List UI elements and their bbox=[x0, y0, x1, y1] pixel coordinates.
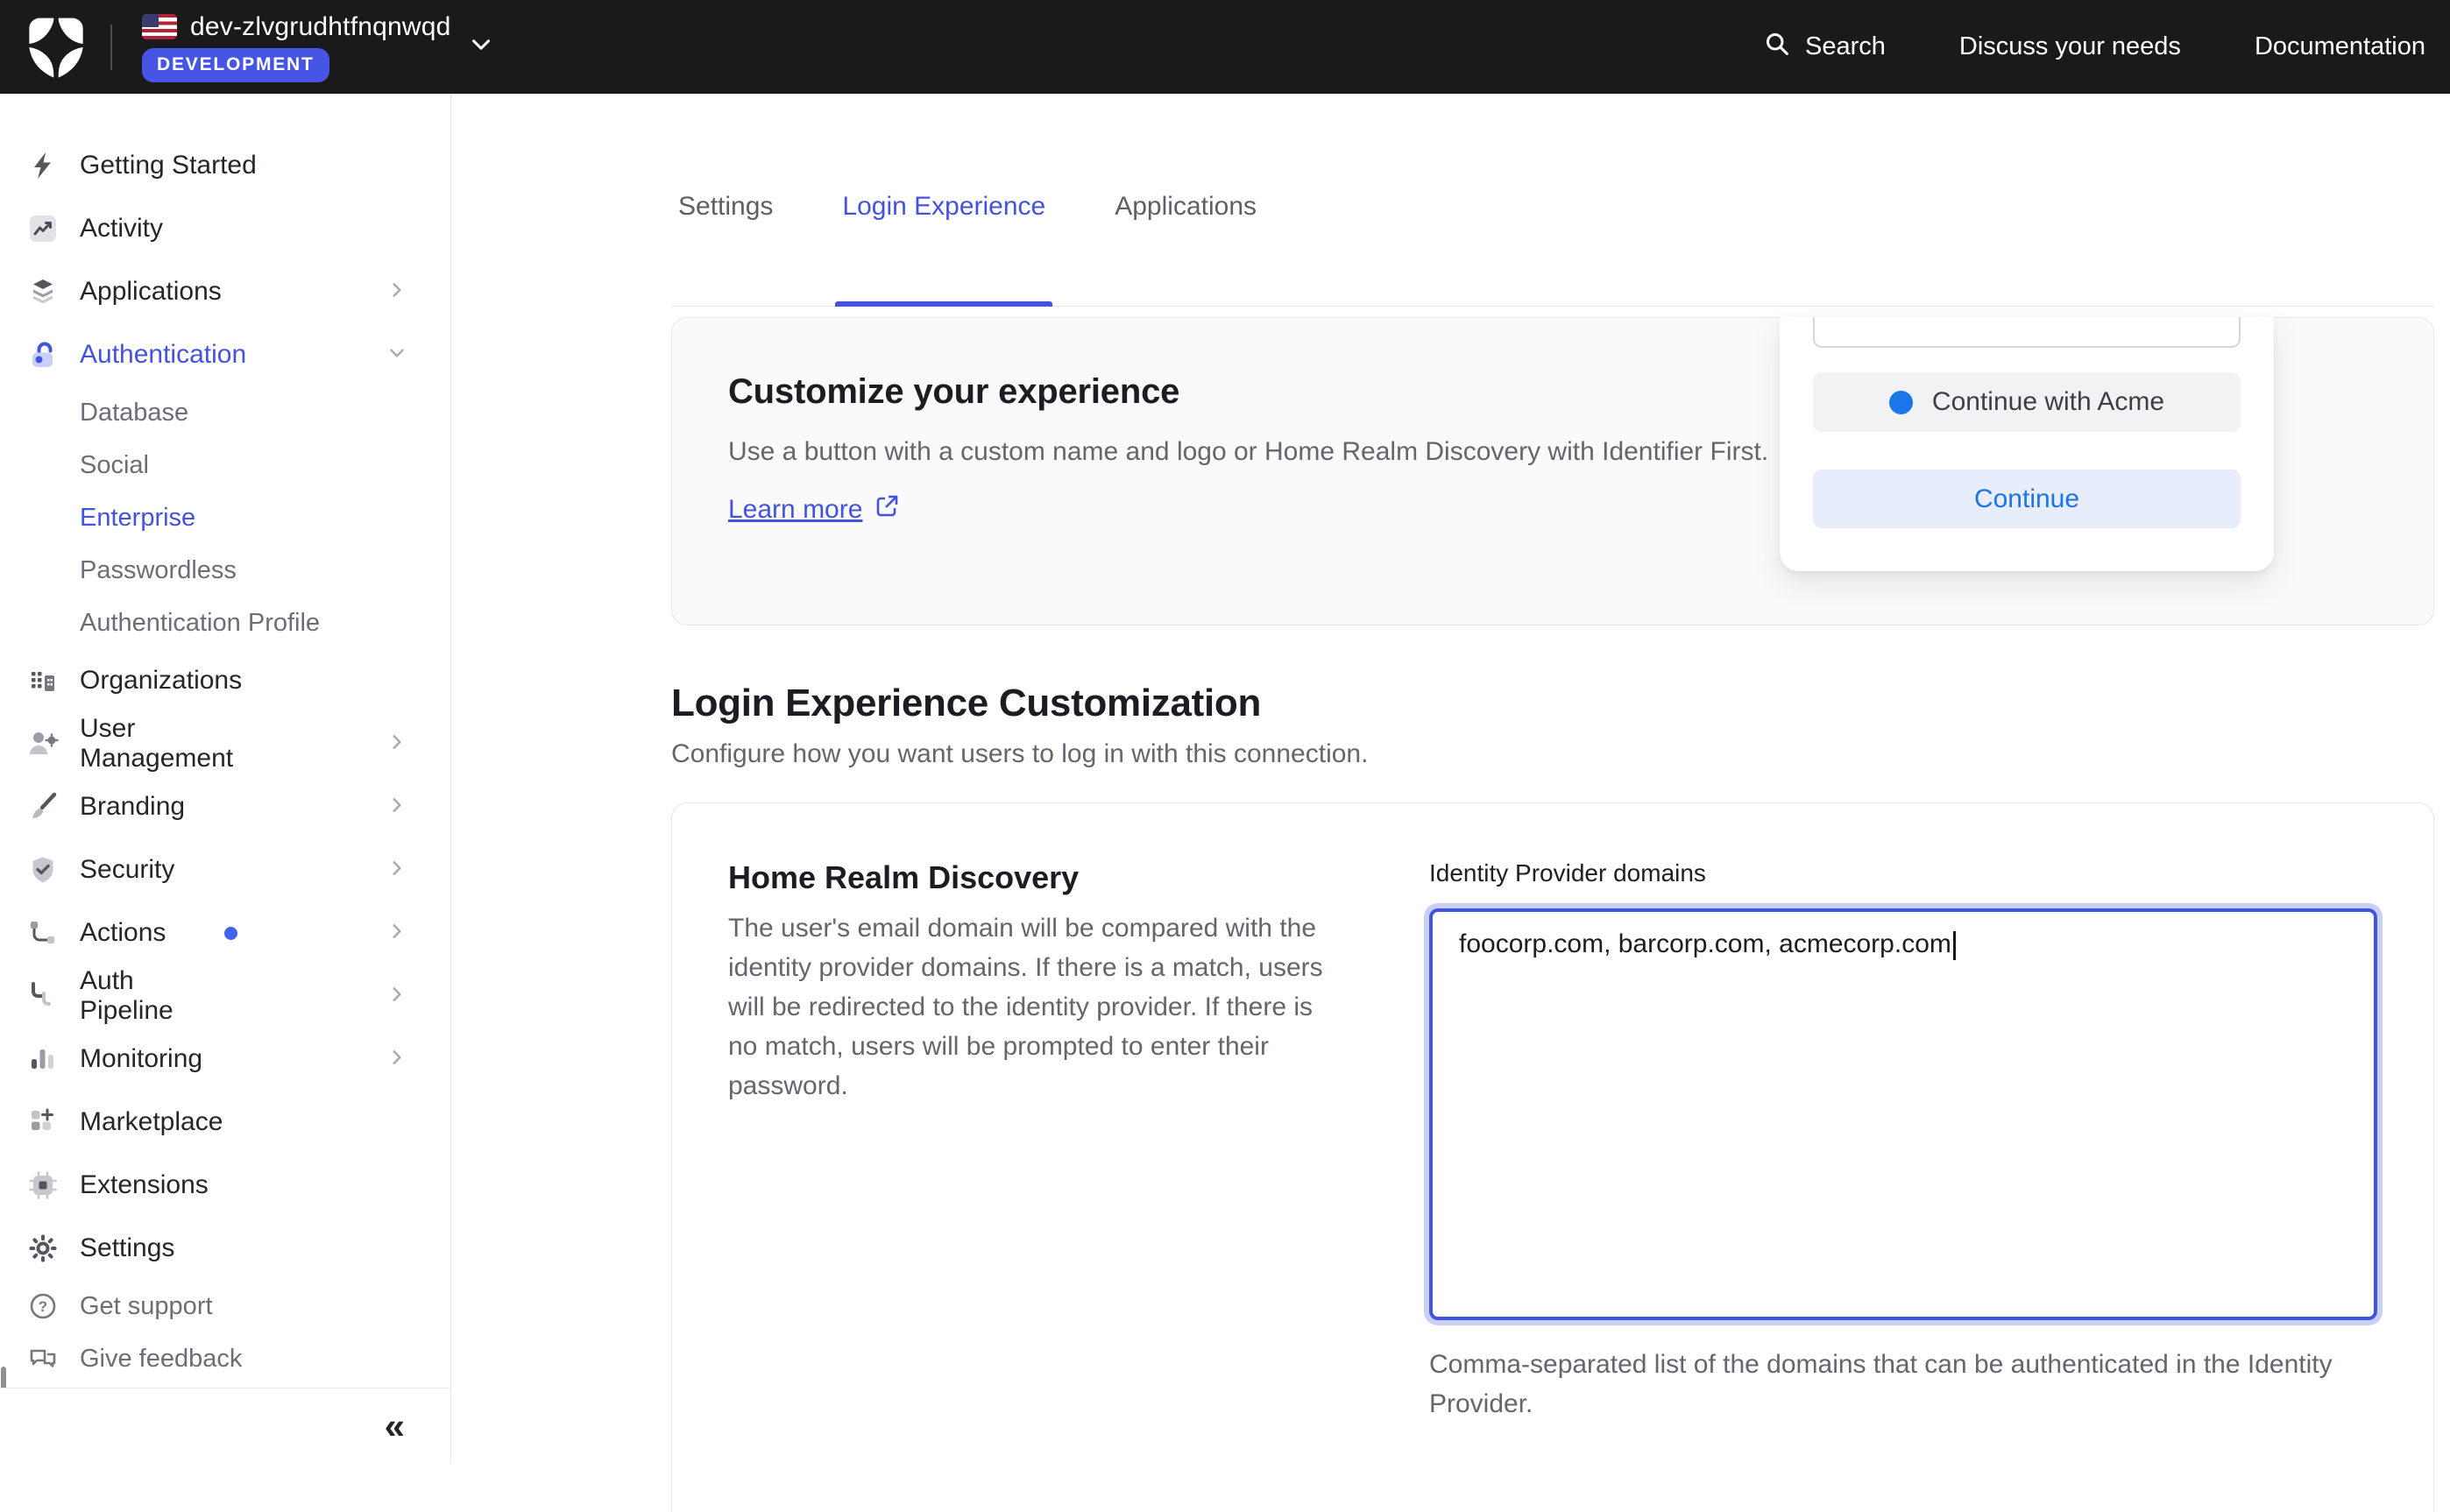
chevron-right-icon bbox=[387, 981, 407, 1011]
sidebar-subitem-passwordless[interactable]: Passwordless bbox=[0, 544, 450, 597]
identity-provider-domains-label: Identity Provider domains bbox=[1429, 859, 2377, 887]
feedback-bubbles-icon bbox=[27, 1343, 59, 1374]
chevron-right-icon bbox=[387, 729, 407, 759]
search-label: Search bbox=[1805, 32, 1886, 61]
chevron-right-icon bbox=[387, 792, 407, 822]
section-title: Login Experience Customization bbox=[671, 682, 2434, 725]
tab-login-experience[interactable]: Login Experience bbox=[835, 180, 1052, 306]
sidebar-item-organizations[interactable]: Organizations bbox=[0, 649, 450, 712]
preview-continue-button: Continue bbox=[1813, 470, 2241, 528]
organizations-icon bbox=[27, 665, 59, 696]
preview-identifier-input bbox=[1813, 317, 2241, 348]
topbar: dev-zlvgrudhtfnqnwqd DEVELOPMENT Search … bbox=[0, 0, 2450, 94]
sidebar-item-give-feedback[interactable]: Give feedback bbox=[0, 1332, 450, 1385]
sidebar-footer: « bbox=[0, 1388, 450, 1463]
help-circle-icon: ? bbox=[27, 1290, 59, 1322]
sidebar-item-security[interactable]: Security bbox=[0, 838, 450, 901]
paintbrush-icon bbox=[27, 791, 59, 823]
layers-icon bbox=[27, 276, 59, 307]
chip-icon bbox=[27, 1169, 59, 1201]
gear-icon bbox=[27, 1233, 59, 1264]
login-customization-card: Home Realm Discovery The user's email do… bbox=[671, 802, 2434, 1512]
chevron-right-icon bbox=[387, 918, 407, 948]
tab-bar: Settings Login Experience Applications bbox=[671, 180, 2434, 307]
sidebar-item-branding[interactable]: Branding bbox=[0, 775, 450, 838]
sidebar-nav: Getting Started Activity Applications Au… bbox=[0, 94, 450, 1385]
shield-check-icon bbox=[27, 854, 59, 886]
topbar-divider bbox=[110, 25, 112, 70]
collapse-sidebar-button[interactable]: « bbox=[385, 1408, 405, 1445]
sidebar-item-monitoring[interactable]: Monitoring bbox=[0, 1028, 450, 1091]
documentation-link[interactable]: Documentation bbox=[2255, 32, 2425, 61]
preview-idp-button: Continue with Acme bbox=[1813, 372, 2241, 432]
sidebar-item-settings[interactable]: Settings bbox=[0, 1217, 450, 1280]
section-subtitle: Configure how you want users to log in w… bbox=[671, 739, 2434, 769]
sidebar-item-auth-pipeline[interactable]: Auth Pipeline bbox=[0, 964, 450, 1028]
acme-logo-icon bbox=[1889, 391, 1913, 414]
chevron-down-icon bbox=[469, 32, 493, 61]
section-header: Login Experience Customization Configure… bbox=[671, 682, 2434, 769]
home-realm-discovery-title: Home Realm Discovery bbox=[728, 859, 1342, 896]
auth0-logo-icon[interactable] bbox=[21, 12, 91, 82]
sidebar-item-user-management[interactable]: User Management bbox=[0, 712, 450, 775]
sidebar-item-activity[interactable]: Activity bbox=[0, 197, 450, 260]
discuss-your-needs-link[interactable]: Discuss your needs bbox=[1959, 32, 2181, 61]
customize-experience-card: Customize your experience Use a button w… bbox=[671, 317, 2434, 625]
identity-provider-domains-textarea[interactable]: foocorp.com, barcorp.com, acmecorp.com bbox=[1429, 908, 2377, 1320]
marketplace-icon bbox=[27, 1106, 59, 1138]
sidebar-item-authentication[interactable]: Authentication bbox=[0, 323, 450, 386]
sidebar: Getting Started Activity Applications Au… bbox=[0, 94, 451, 1463]
sidebar-subitem-database[interactable]: Database bbox=[0, 386, 450, 439]
chevron-right-icon bbox=[387, 1044, 407, 1074]
search-icon bbox=[1763, 30, 1791, 65]
sidebar-item-get-support[interactable]: ? Get support bbox=[0, 1280, 450, 1332]
sidebar-item-getting-started[interactable]: Getting Started bbox=[0, 134, 450, 197]
tenant-switcher[interactable]: dev-zlvgrudhtfnqnwqd DEVELOPMENT bbox=[142, 12, 493, 82]
chevron-right-icon bbox=[387, 855, 407, 885]
home-realm-discovery-description: The user's email domain will be compared… bbox=[728, 908, 1342, 1106]
sidebar-item-marketplace[interactable]: Marketplace bbox=[0, 1091, 450, 1154]
environment-badge: DEVELOPMENT bbox=[142, 48, 329, 82]
identity-provider-domains-value: foocorp.com, barcorp.com, acmecorp.com bbox=[1459, 929, 1951, 958]
learn-more-link[interactable]: Learn more bbox=[728, 493, 900, 526]
svg-text:?: ? bbox=[39, 1298, 47, 1315]
sidebar-subitem-authentication-profile[interactable]: Authentication Profile bbox=[0, 597, 450, 649]
sidebar-subitem-social[interactable]: Social bbox=[0, 439, 450, 491]
activity-chart-icon bbox=[27, 213, 59, 244]
us-flag-icon bbox=[142, 14, 177, 39]
tab-settings[interactable]: Settings bbox=[671, 180, 780, 306]
external-link-icon bbox=[874, 493, 900, 526]
workflow-icon bbox=[27, 917, 59, 949]
sidebar-item-applications[interactable]: Applications bbox=[0, 260, 450, 323]
actions-notification-dot bbox=[224, 927, 237, 940]
sidebar-item-actions[interactable]: Actions bbox=[0, 901, 450, 964]
tenant-name: dev-zlvgrudhtfnqnwqd bbox=[190, 12, 451, 42]
chevron-right-icon bbox=[387, 277, 407, 307]
chevron-down-icon bbox=[387, 340, 407, 370]
lightning-icon bbox=[27, 150, 59, 181]
bar-chart-icon bbox=[27, 1043, 59, 1075]
identity-provider-domains-helper: Comma-separated list of the domains that… bbox=[1429, 1345, 2377, 1424]
unlocked-padlock-icon bbox=[27, 339, 59, 371]
sidebar-item-extensions[interactable]: Extensions bbox=[0, 1154, 450, 1217]
login-preview-widget: Continue with Acme Continue bbox=[1780, 317, 2274, 571]
customize-card-description: Use a button with a custom name and logo… bbox=[728, 431, 1780, 472]
pipeline-icon bbox=[27, 980, 59, 1012]
user-gear-icon bbox=[27, 728, 59, 760]
search-button[interactable]: Search bbox=[1763, 30, 1886, 65]
sidebar-subitem-enterprise[interactable]: Enterprise bbox=[0, 491, 450, 544]
tab-applications[interactable]: Applications bbox=[1108, 180, 1264, 306]
main-content: Settings Login Experience Applications C… bbox=[451, 94, 2450, 1463]
text-caret bbox=[1953, 931, 1956, 960]
